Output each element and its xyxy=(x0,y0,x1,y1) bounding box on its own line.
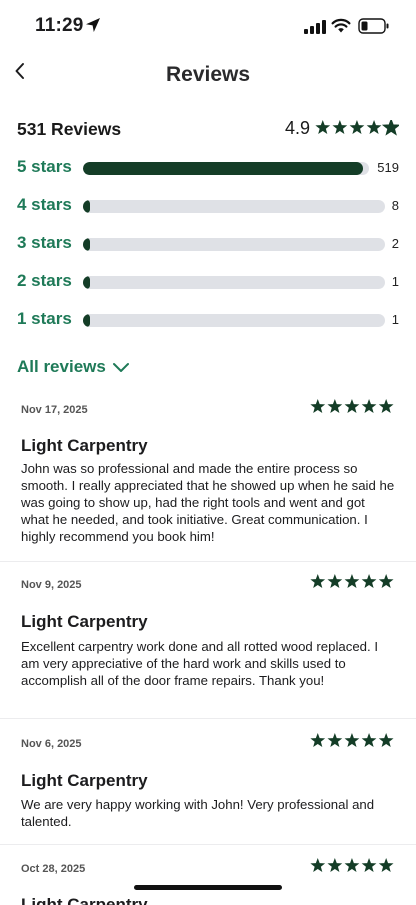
review-stars xyxy=(310,733,394,748)
average-stars xyxy=(315,119,399,136)
rating-row-label: 3 stars xyxy=(17,233,72,252)
review-card: Nov 9, 2025 Light Carpentry Excellent carp… xyxy=(0,561,416,719)
review-title: Light Carpentry xyxy=(21,771,148,790)
review-card: Nov 6, 2025 Light Carpentry We are very ha… xyxy=(0,718,416,845)
all-reviews-label: All reviews xyxy=(17,357,106,376)
rating-row-1-stars[interactable]: 1 stars 1 xyxy=(17,308,399,332)
battery-icon xyxy=(358,18,389,34)
star-icon xyxy=(310,733,326,748)
review-stars xyxy=(310,574,394,589)
star-icon xyxy=(327,733,343,748)
wifi-icon xyxy=(331,18,351,33)
review-title: Light Carpentry xyxy=(21,436,148,455)
rating-bar-track xyxy=(83,162,369,175)
rating-bar-fill xyxy=(83,314,90,327)
rating-row-3-stars[interactable]: 3 stars 2 xyxy=(17,232,399,256)
cellular-signal-icon xyxy=(304,20,326,34)
rating-bar-fill xyxy=(83,200,90,213)
review-stars xyxy=(310,399,394,414)
all-reviews-dropdown[interactable]: All reviews xyxy=(17,355,130,379)
star-icon xyxy=(310,574,326,589)
star-icon xyxy=(378,399,394,414)
rating-bar-fill xyxy=(83,162,363,175)
rating-summary: 531 Reviews 4.9 xyxy=(17,118,399,142)
review-body: We are very happy working with John! Ver… xyxy=(21,797,375,829)
rating-row-count: 1 xyxy=(391,274,399,289)
review-body: John was so professional and made the en… xyxy=(21,461,395,544)
review-title: Light Carpentry xyxy=(21,612,148,631)
star-icon xyxy=(344,574,360,589)
rating-row-label: 5 stars xyxy=(17,157,72,176)
rating-row-count: 2 xyxy=(391,236,399,251)
star-icon xyxy=(361,574,377,589)
rating-row-label: 2 stars xyxy=(17,271,72,290)
star-icon xyxy=(344,858,360,873)
star-icon xyxy=(315,119,331,134)
review-date: Oct 28, 2025 xyxy=(21,863,86,875)
review-card: Nov 17, 2025 Light Carpentry John was so p… xyxy=(0,390,416,561)
average-rating-value: 4.9 xyxy=(284,118,310,138)
rating-row-label: 4 stars xyxy=(17,195,72,214)
star-icon xyxy=(378,858,394,873)
star-icon xyxy=(310,399,326,414)
rating-bar-track xyxy=(83,314,385,327)
nav-bar: Reviews xyxy=(0,54,416,98)
review-stars xyxy=(310,858,394,873)
star-icon xyxy=(332,119,348,134)
star-icon xyxy=(349,119,365,134)
rating-bar-track xyxy=(83,200,385,213)
review-card: Oct 28, 2025 Light Carpentry xyxy=(0,844,416,905)
star-icon xyxy=(344,399,360,414)
rating-row-label: 1 stars xyxy=(17,309,72,328)
star-icon xyxy=(327,574,343,589)
star-half-icon xyxy=(383,119,398,134)
rating-row-count: 519 xyxy=(377,160,399,175)
star-icon xyxy=(344,733,360,748)
location-arrow-icon xyxy=(86,18,100,32)
review-date: Nov 6, 2025 xyxy=(21,738,82,750)
home-indicator xyxy=(134,885,282,890)
rating-bar-fill xyxy=(83,238,90,251)
rating-bar-track xyxy=(83,238,385,251)
rating-row-count: 8 xyxy=(391,198,399,213)
status-bar: 11:29 xyxy=(0,0,416,54)
chevron-down-icon xyxy=(112,363,129,372)
star-icon xyxy=(361,399,377,414)
rating-row-2-stars[interactable]: 2 stars 1 xyxy=(17,270,399,294)
rating-row-4-stars[interactable]: 4 stars 8 xyxy=(17,194,399,218)
star-icon xyxy=(327,399,343,414)
rating-row-count: 1 xyxy=(391,312,399,327)
review-count: 531 Reviews xyxy=(17,119,122,139)
page-title: Reviews xyxy=(165,63,251,86)
star-icon xyxy=(361,733,377,748)
rating-bar-fill xyxy=(83,276,90,289)
rating-bar-track xyxy=(83,276,385,289)
star-icon xyxy=(378,574,394,589)
status-time: 11:29 xyxy=(35,15,84,36)
review-date: Nov 17, 2025 xyxy=(21,404,88,416)
star-icon xyxy=(378,733,394,748)
star-icon xyxy=(310,858,326,873)
star-icon xyxy=(361,858,377,873)
rating-row-5-stars[interactable]: 5 stars 519 xyxy=(17,156,399,180)
review-body: Excellent carpentry work done and all ro… xyxy=(21,639,378,688)
review-date: Nov 9, 2025 xyxy=(21,579,82,591)
review-title: Light Carpentry xyxy=(21,895,148,905)
star-icon xyxy=(327,858,343,873)
average-rating: 4.9 xyxy=(285,118,399,139)
star-icon xyxy=(366,119,382,134)
